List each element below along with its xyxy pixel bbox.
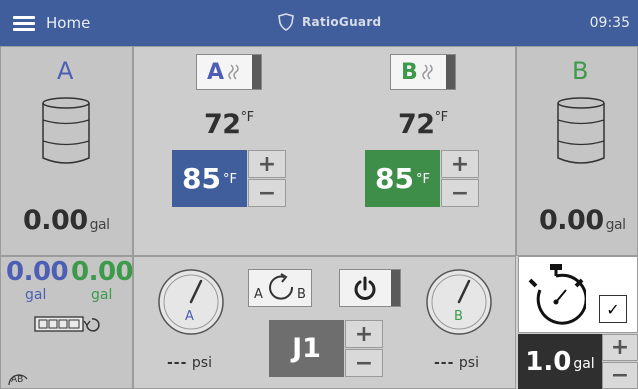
timer-enable-checkbox[interactable]: ✓ [599,295,627,323]
heat-wave-icon [228,64,239,80]
recirculate-button[interactable]: A B [248,269,312,307]
heater-a-minus-button[interactable]: − [248,179,286,207]
top-bar: Home RatioGuard 09:35 [0,0,638,46]
tank-b-letter: B [572,57,589,85]
clock-time: 09:35 [589,15,630,31]
timer-panel: ✓ [518,256,638,333]
heater-panel: A 72°F 85 °F + − B 72°F 85 °F + − [133,46,516,256]
pressure-b-gauge-label: B [454,309,463,324]
heater-a-stepper: + − [248,150,286,207]
timer-minus-button[interactable]: − [602,362,638,389]
heater-b-minus-button[interactable]: − [441,179,479,207]
shield-icon [278,13,294,31]
heater-b-stepper: + − [441,150,479,207]
brand-name: RatioGuard [302,15,382,29]
total-a-value: 0.00 [6,257,69,287]
heater-b-actual-temp: 72°F [398,109,448,140]
heater-a-actual-temp: 72°F [204,109,254,140]
heat-wave-icon [422,64,433,80]
job-plus-button[interactable]: + [345,320,383,348]
timer-plus-button[interactable]: + [602,334,638,361]
drum-tank-icon [557,97,605,164]
timer-stepper: + − [602,334,638,389]
heater-a-plus-button[interactable]: + [248,150,286,178]
drum-tank-icon [42,97,90,164]
total-b-value: 0.00 [71,257,134,287]
job-minus-button[interactable]: − [345,349,383,377]
heater-b-setpoint[interactable]: 85 °F [365,150,440,207]
counter-reset-icon[interactable] [34,315,102,333]
brand-logo: RatioGuard [278,13,381,31]
recirculate-icon [269,273,294,300]
power-icon [354,276,376,300]
hamburger-menu-icon[interactable] [13,16,35,32]
tank-a-panel: A 0.00 gal [0,46,133,256]
pressure-a-gauge-label: A [185,309,194,324]
heater-a-toggle-button[interactable]: A [196,54,262,90]
pressure-panel: A --- psi A B J1 + − B --- psi [133,256,516,389]
job-stepper: + − [345,320,383,377]
total-b-unit: gal [91,287,113,303]
tank-a-volume: 0.00 gal [23,205,110,236]
heater-b-toggle-button[interactable]: B [390,54,456,90]
tank-a-letter: A [57,57,74,85]
tank-b-volume: 0.00 gal [539,205,626,236]
heater-b-plus-button[interactable]: + [441,150,479,178]
power-button[interactable] [339,269,401,307]
pressure-b-gauge: B [424,267,494,337]
ratio-ab-icon[interactable]: AB [5,369,29,387]
pressure-a-gauge: A [156,267,226,337]
totals-panel: 0.00 0.00 gal gal AB [0,256,134,389]
ratio-ab-label: AB [11,375,24,385]
pressure-b-readout: --- psi [434,355,479,371]
stopwatch-icon[interactable] [526,262,586,330]
pressure-a-readout: --- psi [167,355,212,371]
job-selector[interactable]: J1 [269,320,344,377]
app-root: Home RatioGuard 09:35 A 0.00 gal A 72°F … [0,0,638,389]
timer-volume[interactable]: 1.0 gal [518,334,602,389]
tank-b-panel: B 0.00 gal [516,46,638,256]
heater-a-setpoint[interactable]: 85 °F [172,150,247,207]
total-a-unit: gal [25,287,47,303]
home-link[interactable]: Home [46,14,90,32]
